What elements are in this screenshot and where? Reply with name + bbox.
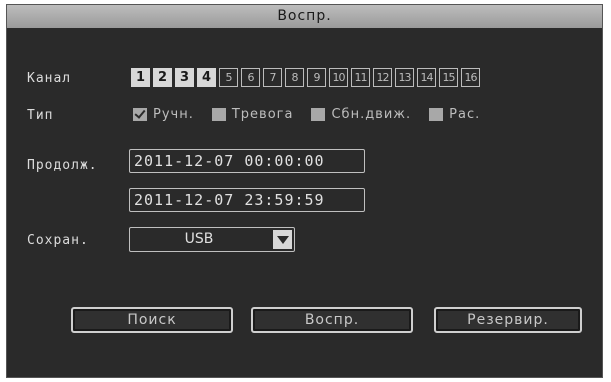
end-time-field[interactable]: 2011-12-07 23:59:59 [129, 188, 365, 212]
channel-label: Канал [27, 71, 72, 86]
checkbox-icon[interactable] [133, 108, 147, 121]
type-option-label: Сбн.движ. [331, 107, 412, 122]
channel-11-toggle[interactable]: 11 [351, 68, 370, 87]
chevron-down-icon[interactable] [273, 230, 292, 249]
channel-15-toggle[interactable]: 15 [439, 68, 458, 87]
type-option-alarm[interactable]: Тревога [211, 107, 294, 122]
channel-5-toggle[interactable]: 5 [219, 68, 238, 87]
checkbox-icon[interactable] [211, 108, 226, 121]
channel-selector: 1 2 3 4 5 6 7 8 9 10 11 12 13 14 15 16 [131, 68, 480, 87]
type-option-label: Тревога [231, 107, 294, 122]
channel-9-toggle[interactable]: 9 [307, 68, 326, 87]
channel-16-toggle[interactable]: 16 [461, 68, 480, 87]
type-option-motion[interactable]: Сбн.движ. [311, 107, 411, 122]
type-option-schedule[interactable]: Рас. [429, 107, 480, 122]
dialog-title: Воспр. [7, 5, 602, 28]
search-button[interactable]: Поиск [71, 307, 233, 333]
playback-dialog: Воспр. Канал 1 2 3 4 5 6 7 8 9 10 11 12 13 14 15 16 Тип… [6, 4, 603, 378]
channel-8-toggle[interactable]: 8 [285, 68, 304, 87]
type-option-manual[interactable]: Ручн. [133, 107, 194, 122]
save-target-select[interactable]: USB [129, 227, 295, 252]
channel-12-toggle[interactable]: 12 [373, 68, 392, 87]
channel-7-toggle[interactable]: 7 [263, 68, 282, 87]
channel-1-toggle[interactable]: 1 [131, 68, 150, 87]
play-button[interactable]: Воспр. [251, 307, 413, 333]
checkbox-icon[interactable] [311, 108, 326, 121]
channel-3-toggle[interactable]: 3 [175, 68, 194, 87]
save-label: Сохран. [27, 233, 89, 248]
record-type-options: Ручн. Тревога Сбн.движ. Рас. [133, 107, 498, 122]
checkbox-icon[interactable] [429, 108, 444, 121]
channel-4-toggle[interactable]: 4 [197, 68, 216, 87]
channel-6-toggle[interactable]: 6 [241, 68, 260, 87]
save-target-value: USB [184, 231, 214, 247]
backup-button[interactable]: Резервир. [434, 307, 582, 333]
channel-14-toggle[interactable]: 14 [417, 68, 436, 87]
channel-2-toggle[interactable]: 2 [153, 68, 172, 87]
channel-13-toggle[interactable]: 13 [395, 68, 414, 87]
type-option-label: Рас. [449, 107, 481, 122]
type-label: Тип [27, 108, 54, 123]
channel-10-toggle[interactable]: 10 [329, 68, 348, 87]
start-time-field[interactable]: 2011-12-07 00:00:00 [129, 149, 365, 173]
type-option-label: Ручн. [153, 107, 194, 122]
duration-label: Продолж. [27, 158, 98, 173]
